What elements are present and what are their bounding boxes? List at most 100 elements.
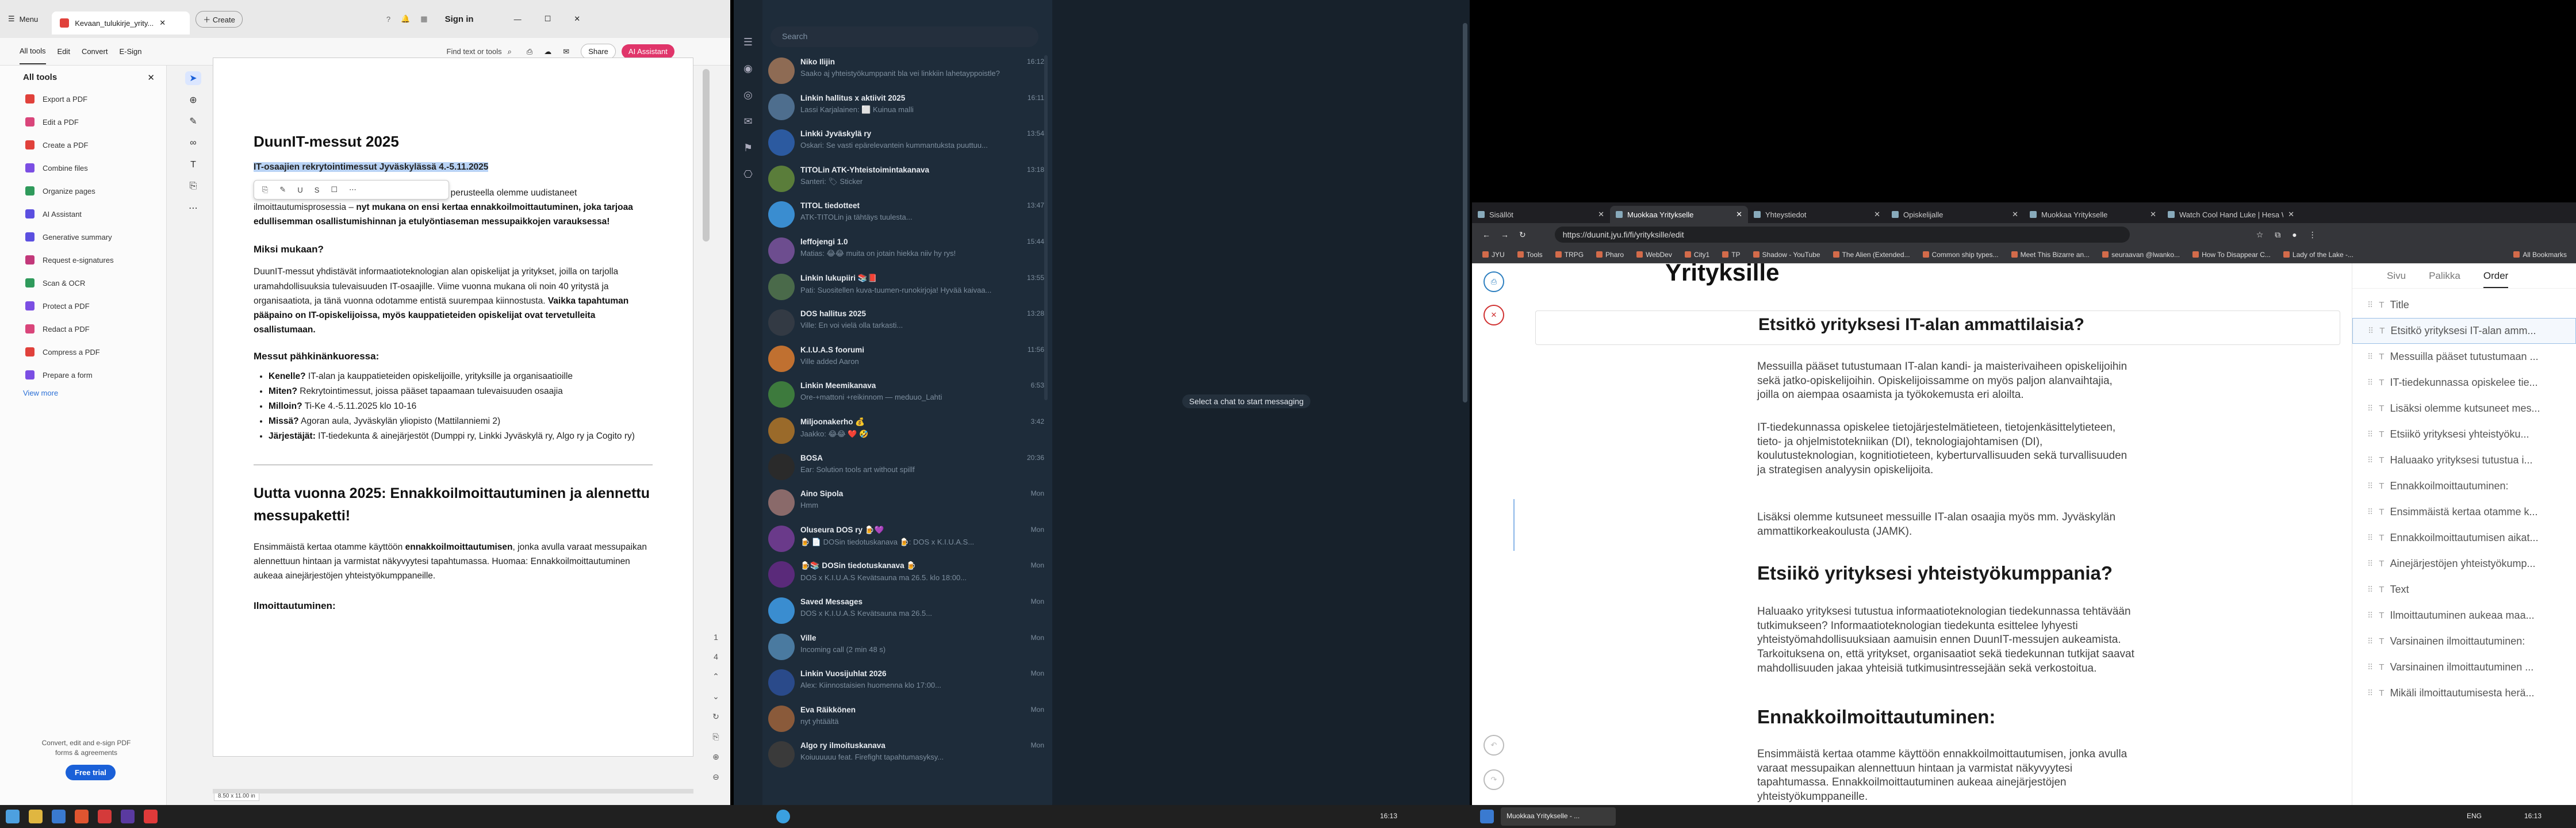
stamp-tool-icon[interactable]: ⎘ bbox=[185, 180, 201, 194]
menu-label[interactable]: Menu bbox=[20, 15, 39, 24]
tool-item[interactable]: Combine files bbox=[0, 156, 166, 179]
close-tab-icon[interactable]: ✕ bbox=[1598, 210, 1604, 219]
chat-list-item[interactable]: Linkin Meemikanava 6:53 Ore-+mattoni +reik… bbox=[762, 378, 1050, 413]
bookmark-item[interactable]: Tools bbox=[1517, 251, 1543, 259]
hamburger-menu-icon[interactable]: ☰ bbox=[8, 14, 15, 24]
copy-page-icon[interactable]: ⎘ bbox=[712, 732, 719, 742]
esign-tab[interactable]: E-Sign bbox=[119, 47, 141, 56]
chat-list-item[interactable]: Aino Sipola Mon Hmm bbox=[762, 486, 1050, 522]
page-number-box[interactable]: 1 bbox=[714, 632, 718, 642]
chat-list-item[interactable]: Linkin Vuosijuhlat 2026 Mon Alex: Kiinnost… bbox=[762, 666, 1050, 702]
tool-item[interactable]: Organize pages bbox=[0, 179, 166, 202]
drag-handle-icon[interactable]: ⠿ bbox=[2367, 688, 2373, 698]
document-tab[interactable]: Kevaan_tulukirje_yrity... ✕ bbox=[52, 12, 190, 34]
editor-paragraph-3[interactable]: Lisäksi olemme kutsuneet messuille IT-al… bbox=[1757, 511, 2137, 539]
zoom-tool-icon[interactable]: ⊕ bbox=[185, 93, 201, 107]
all-tools-tab[interactable]: All tools bbox=[20, 39, 46, 64]
editor-paragraph-1[interactable]: Messuilla pääset tutustumaan IT-alan kan… bbox=[1757, 360, 2137, 402]
browser-tab[interactable]: Watch Cool Hand Luke | Hesa Wer... ✕ bbox=[2162, 206, 2300, 223]
panel-tab[interactable]: Order bbox=[2483, 270, 2509, 288]
bookmark-item[interactable]: Common ship types... bbox=[1923, 251, 1999, 259]
search-icon[interactable]: ⌕ bbox=[508, 47, 512, 56]
star-icon[interactable]: ☆ bbox=[2256, 230, 2264, 240]
select-tool-icon[interactable]: ➤ bbox=[185, 71, 201, 85]
save-doc-icon[interactable]: ⎙ bbox=[1483, 271, 1504, 292]
editor-paragraph-4[interactable]: Haluaako yrityksesi tutustua informaatio… bbox=[1757, 605, 2137, 676]
chat-list-item[interactable]: BOSA 20:36 Ear: Solution tools art without… bbox=[762, 450, 1050, 486]
drag-handle-icon[interactable]: ⠿ bbox=[2367, 378, 2373, 388]
create-button[interactable]: ＋ Create bbox=[195, 10, 243, 28]
chat-list-item[interactable]: TITOLin ATK-Yhteistoimintakanava 13:18 San… bbox=[762, 162, 1050, 198]
start-icon-2[interactable] bbox=[1480, 810, 1494, 823]
horizontal-scrollbar[interactable] bbox=[213, 789, 693, 793]
chat-list-item[interactable]: Niko Ilijin 16:12 Saako aj yhteistyökumppa… bbox=[762, 54, 1050, 90]
order-block-item[interactable]: ⠿ T Title bbox=[2352, 292, 2576, 318]
close-tab-icon[interactable]: ✕ bbox=[159, 18, 166, 28]
close-sidebar-icon[interactable]: ✕ bbox=[147, 72, 155, 83]
order-block-item[interactable]: ⠿ T Haluaako yrityksesi tutustua i... bbox=[2352, 447, 2576, 473]
teams-icon[interactable] bbox=[121, 810, 135, 823]
share-button[interactable]: Share bbox=[581, 44, 616, 59]
chat-list-item[interactable]: Eva Räikkönen Mon nyt yhtäältä bbox=[762, 702, 1050, 738]
copy-icon[interactable]: ⎘ bbox=[262, 185, 268, 194]
tool-item[interactable]: Request e-signatures bbox=[0, 248, 166, 271]
telegram-search-input[interactable]: Search bbox=[770, 26, 1038, 47]
folder-icons[interactable]: ☰ ◉ ◎ ✉ ⚑ ⎔ bbox=[734, 29, 762, 187]
telegram-icon[interactable] bbox=[776, 810, 790, 823]
undo-icon[interactable]: ↶ bbox=[1483, 735, 1504, 756]
url-input[interactable]: https://duunit.jyu.fi/fi/yrityksille/edi… bbox=[1554, 227, 2130, 243]
language-indicator[interactable]: ENG bbox=[2467, 812, 2482, 820]
order-block-item[interactable]: ⠿ T Varsinainen ilmoittautuminen ... bbox=[2352, 654, 2576, 680]
close-window-icon[interactable]: ✕ bbox=[574, 14, 580, 24]
bookmark-item[interactable]: seuraavan @lwanko... bbox=[2102, 251, 2180, 259]
order-block-item[interactable]: ⠿ T Etsitkö yrityksesi IT-alan amm... bbox=[2352, 318, 2576, 344]
edge-icon[interactable] bbox=[52, 810, 66, 823]
bookmark-item[interactable]: JYU bbox=[1482, 251, 1505, 259]
bookmark-item[interactable]: How To Disappear C... bbox=[2192, 251, 2271, 259]
pdf-scrollbar[interactable] bbox=[703, 69, 710, 241]
profile-icon[interactable]: ● bbox=[2292, 230, 2297, 239]
panel-tab[interactable]: Sivu bbox=[2387, 270, 2406, 288]
browser-tab[interactable]: Opiskelijalle ✕ bbox=[1886, 206, 2024, 223]
order-block-item[interactable]: ⠿ T Ensimmäistä kertaa otamme k... bbox=[2352, 499, 2576, 525]
close-tab-icon[interactable]: ✕ bbox=[1736, 210, 1742, 219]
editor-page-title[interactable]: Yrityksille bbox=[1665, 263, 1779, 286]
text-tool-icon[interactable]: T bbox=[185, 158, 201, 172]
bookmark-item[interactable]: Pharo bbox=[1596, 251, 1624, 259]
drag-handle-icon[interactable]: ⠿ bbox=[2367, 300, 2373, 310]
chat-list-item[interactable]: Oluseura DOS ry 🍺💜 Mon 🍺 📄 DOSin tiedotusk… bbox=[762, 522, 1050, 558]
sign-in-button[interactable]: Sign in bbox=[445, 14, 474, 24]
menu-dots-icon[interactable]: ⋮ bbox=[2309, 230, 2317, 240]
drag-handle-icon[interactable]: ⠿ bbox=[2367, 662, 2373, 672]
chat-list-item[interactable]: Linkin hallitus x aktiivit 2025 16:11 Lass… bbox=[762, 90, 1050, 126]
drag-handle-icon[interactable]: ⠿ bbox=[2367, 507, 2373, 517]
active-window-button[interactable]: Muokkaa Yritykselle - ... bbox=[1501, 807, 1616, 826]
bookmark-item[interactable]: Shadow - YouTube bbox=[1753, 251, 1820, 259]
forward-icon[interactable]: → bbox=[1501, 230, 1509, 239]
chat-list-item[interactable]: Linkin lukupiiri 📚📕 13:55 Pati: Suositelle… bbox=[762, 270, 1050, 306]
drag-handle-icon[interactable]: ⠿ bbox=[2368, 326, 2374, 336]
tool-item[interactable]: Generative summary bbox=[0, 225, 166, 248]
drag-handle-icon[interactable]: ⠿ bbox=[2367, 533, 2373, 543]
minimize-icon[interactable]: — bbox=[514, 15, 522, 24]
drag-handle-icon[interactable]: ⠿ bbox=[2367, 585, 2373, 595]
editor-paragraph-2[interactable]: IT-tiedekunnassa opiskelee tietojärjeste… bbox=[1757, 421, 2137, 478]
reload-icon[interactable]: ↻ bbox=[1519, 230, 1526, 240]
drag-handle-icon[interactable]: ⠿ bbox=[2367, 404, 2373, 413]
start-icon[interactable] bbox=[6, 810, 20, 823]
window-scrollbar[interactable] bbox=[1463, 23, 1467, 402]
more-icon[interactable]: ⋯ bbox=[349, 185, 356, 194]
chat-list-item[interactable]: Algo ry ilmoituskanava Mon Koiuuuuuu feat.… bbox=[762, 738, 1050, 773]
refresh-icon[interactable]: ↻ bbox=[712, 712, 719, 722]
order-block-item[interactable]: ⠿ T Text bbox=[2352, 577, 2576, 603]
drag-handle-icon[interactable]: ⠿ bbox=[2367, 481, 2373, 491]
explorer-icon[interactable] bbox=[29, 810, 43, 823]
chat-list-item[interactable]: Linkki Jyväskylä ry 13:54 Oskari: Se vasti… bbox=[762, 126, 1050, 162]
order-block-item[interactable]: ⠿ T Ainejärjestöjen yhteistyökump... bbox=[2352, 551, 2576, 577]
page-up-icon[interactable]: ⌃ bbox=[712, 672, 719, 681]
tool-item[interactable]: Compress a PDF bbox=[0, 340, 166, 363]
link-tool-icon[interactable]: ∞ bbox=[185, 136, 201, 150]
free-trial-button[interactable]: Free trial bbox=[66, 765, 116, 780]
order-block-item[interactable]: ⠿ T Ennakkoilmoittautuminen: bbox=[2352, 473, 2576, 499]
drag-handle-icon[interactable]: ⠿ bbox=[2367, 455, 2373, 465]
